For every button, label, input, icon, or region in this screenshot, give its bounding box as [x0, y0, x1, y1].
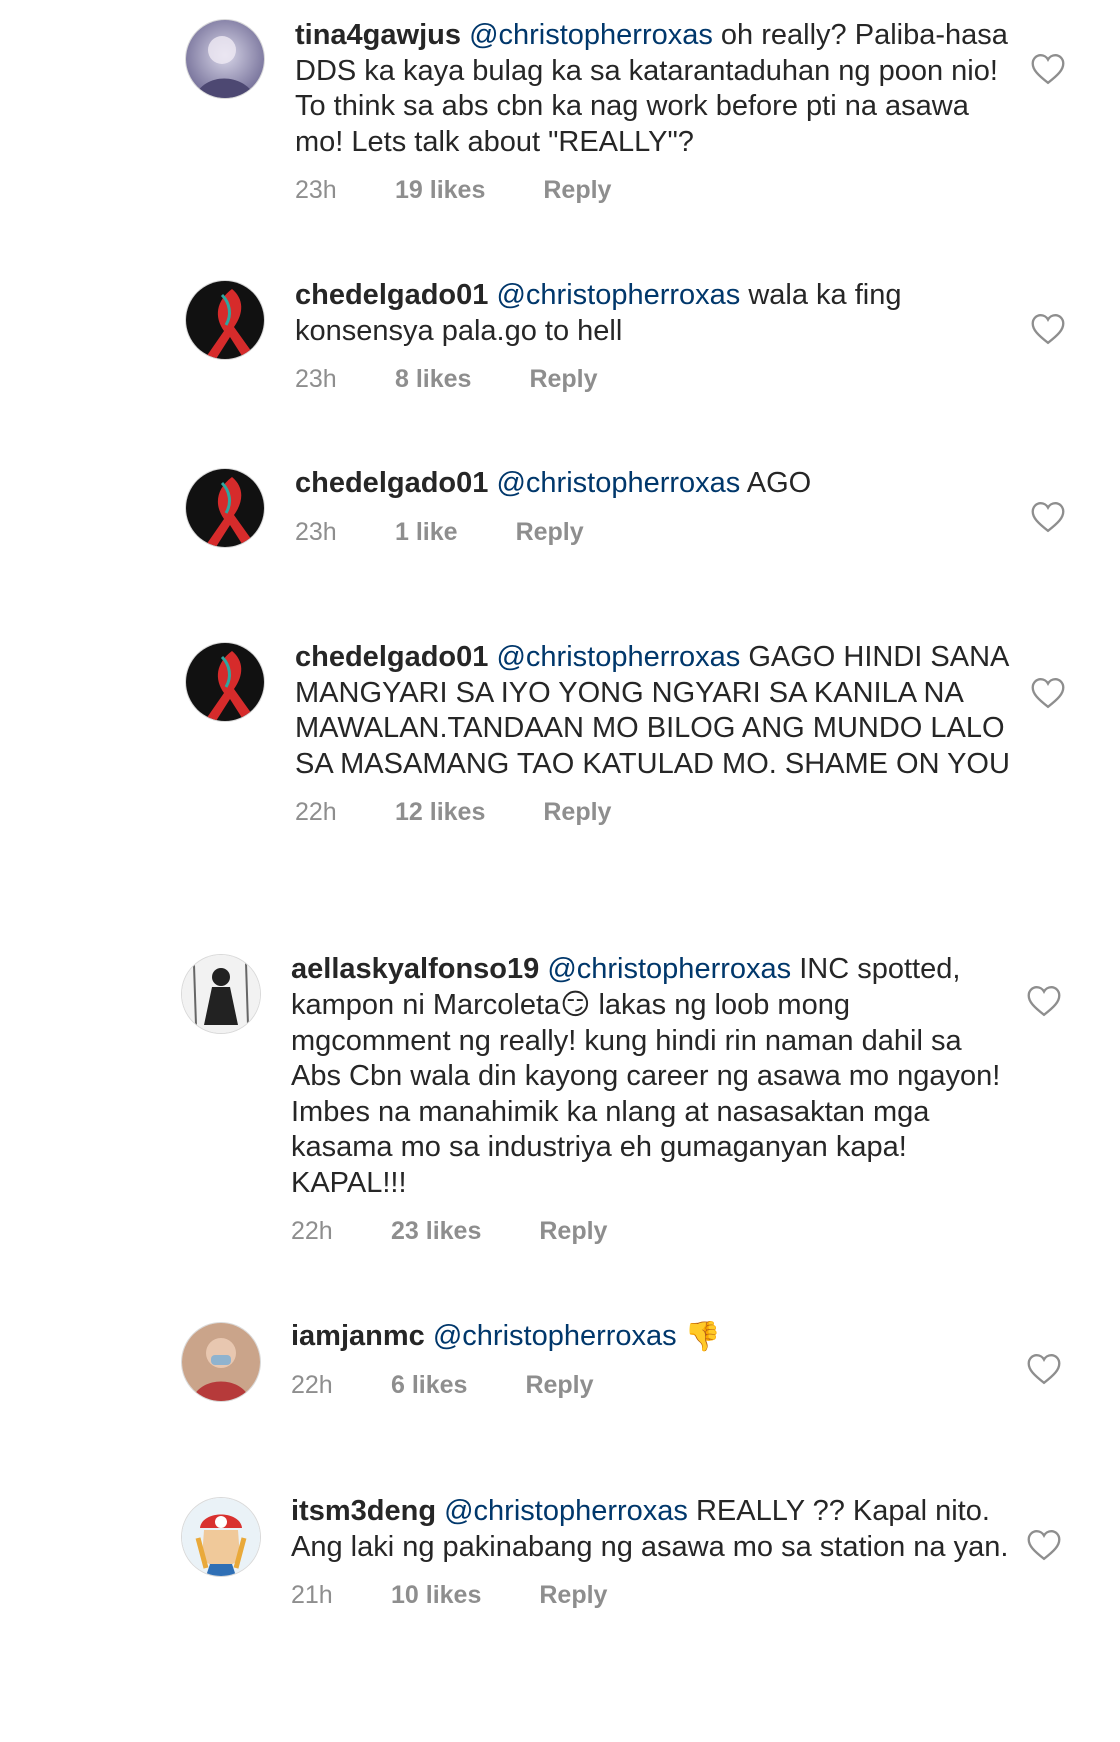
- comment-body: tina4gawjus @christopherroxas oh really?…: [295, 18, 1015, 209]
- timestamp: 22h: [291, 1217, 333, 1246]
- comment-text: chedelgado01 @christopherroxas wala ka f…: [295, 278, 1015, 349]
- reply-button[interactable]: Reply: [543, 173, 611, 209]
- comment-body: chedelgado01 @christopherroxas AGO 23h 1…: [295, 466, 1015, 550]
- mention[interactable]: @christopherroxas: [496, 467, 740, 499]
- mention[interactable]: @christopherroxas: [547, 953, 791, 985]
- likes-count[interactable]: 1 like: [395, 515, 458, 551]
- timestamp: 23h: [295, 176, 337, 204]
- mention[interactable]: @christopherroxas: [469, 19, 713, 51]
- comment-body: aellaskyalfonso19 @christopherroxas INC …: [291, 952, 1011, 1250]
- username[interactable]: itsm3deng: [291, 1495, 436, 1527]
- avatar[interactable]: [186, 281, 264, 359]
- username[interactable]: aellaskyalfonso19: [291, 953, 539, 985]
- reply-button[interactable]: Reply: [539, 1214, 607, 1250]
- like-button[interactable]: [1030, 677, 1066, 709]
- username[interactable]: tina4gawjus: [295, 19, 461, 51]
- username[interactable]: chedelgado01: [295, 641, 488, 673]
- mention[interactable]: @christopherroxas: [444, 1495, 688, 1527]
- cartoon-character-icon: [182, 1498, 260, 1576]
- comment-text: itsm3deng @christopherroxas REALLY ?? Ka…: [291, 1494, 1011, 1565]
- avatar-photo-icon: [186, 20, 264, 98]
- thumbs-down-emoji-icon: 👎: [684, 1320, 721, 1353]
- black-ribbon-icon: [186, 469, 264, 547]
- username[interactable]: iamjanmc: [291, 1320, 425, 1352]
- heart-icon: [1027, 1354, 1061, 1385]
- reply-button[interactable]: Reply: [543, 795, 611, 831]
- like-button[interactable]: [1026, 985, 1062, 1017]
- username[interactable]: chedelgado01: [295, 279, 488, 311]
- avatar[interactable]: [186, 643, 264, 721]
- comments-feed: tina4gawjus @christopherroxas oh really?…: [0, 0, 1120, 1742]
- comment-text: aellaskyalfonso19 @christopherroxas INC …: [291, 952, 1011, 1201]
- comment-content: AGO: [740, 467, 812, 499]
- reply-button[interactable]: Reply: [539, 1578, 607, 1614]
- avatar[interactable]: [186, 469, 264, 547]
- heart-icon: [1031, 678, 1065, 709]
- comment-body: iamjanmc @christopherroxas 👎 22h 6 likes…: [291, 1319, 1011, 1404]
- comment-meta: 23h 19 likes Reply: [295, 173, 1015, 209]
- masked-person-icon: [182, 1323, 260, 1401]
- comment-meta: 23h 8 likes Reply: [295, 362, 1015, 398]
- black-ribbon-icon: [186, 643, 264, 721]
- avatar[interactable]: [186, 20, 264, 98]
- heart-icon: [1031, 314, 1065, 345]
- comment-text: iamjanmc @christopherroxas 👎: [291, 1319, 1011, 1355]
- smirk-emoji-icon: 😏: [560, 989, 591, 1022]
- likes-count[interactable]: 6 likes: [391, 1368, 467, 1404]
- avatar[interactable]: [182, 955, 260, 1033]
- mention[interactable]: @christopherroxas: [496, 641, 740, 673]
- like-button[interactable]: [1030, 501, 1066, 533]
- timestamp: 23h: [295, 517, 337, 546]
- like-button[interactable]: [1026, 1529, 1062, 1561]
- mention[interactable]: @christopherroxas: [496, 279, 740, 311]
- heart-icon: [1027, 1530, 1061, 1561]
- likes-count[interactable]: 19 likes: [395, 173, 485, 209]
- comment-meta: 22h 23 likes Reply: [291, 1214, 1011, 1250]
- avatar[interactable]: [182, 1498, 260, 1576]
- likes-count[interactable]: 8 likes: [395, 362, 471, 398]
- black-ribbon-icon: [186, 281, 264, 359]
- username[interactable]: chedelgado01: [295, 467, 488, 499]
- timestamp: 22h: [291, 1371, 333, 1400]
- heart-icon: [1031, 54, 1065, 85]
- avatar[interactable]: [182, 1323, 260, 1401]
- reply-button[interactable]: Reply: [525, 1368, 593, 1404]
- comment-body: chedelgado01 @christopherroxas GAGO HIND…: [295, 640, 1015, 831]
- reply-button[interactable]: Reply: [516, 515, 584, 551]
- heart-icon: [1027, 986, 1061, 1017]
- heart-icon: [1031, 502, 1065, 533]
- comment-text: tina4gawjus @christopherroxas oh really?…: [295, 18, 1015, 160]
- comment-meta: 22h 6 likes Reply: [291, 1368, 1011, 1404]
- like-button[interactable]: [1030, 313, 1066, 345]
- comment-meta: 23h 1 like Reply: [295, 515, 1015, 551]
- comment-meta: 22h 12 likes Reply: [295, 795, 1015, 831]
- timestamp: 23h: [295, 365, 337, 393]
- comment-body: chedelgado01 @christopherroxas wala ka f…: [295, 278, 1015, 398]
- reply-button[interactable]: Reply: [529, 362, 597, 398]
- timestamp: 22h: [295, 798, 337, 826]
- mention[interactable]: @christopherroxas: [433, 1320, 677, 1352]
- comment-text: chedelgado01 @christopherroxas GAGO HIND…: [295, 640, 1015, 782]
- like-button[interactable]: [1026, 1353, 1062, 1385]
- likes-count[interactable]: 10 likes: [391, 1578, 481, 1614]
- like-button[interactable]: [1030, 53, 1066, 85]
- likes-count[interactable]: 12 likes: [395, 795, 485, 831]
- likes-count[interactable]: 23 likes: [391, 1214, 481, 1250]
- comment-meta: 21h 10 likes Reply: [291, 1578, 1011, 1614]
- comment-body: itsm3deng @christopherroxas REALLY ?? Ka…: [291, 1494, 1011, 1614]
- sketch-figure-icon: [182, 955, 260, 1033]
- timestamp: 21h: [291, 1581, 333, 1609]
- comment-text: chedelgado01 @christopherroxas AGO: [295, 466, 1015, 502]
